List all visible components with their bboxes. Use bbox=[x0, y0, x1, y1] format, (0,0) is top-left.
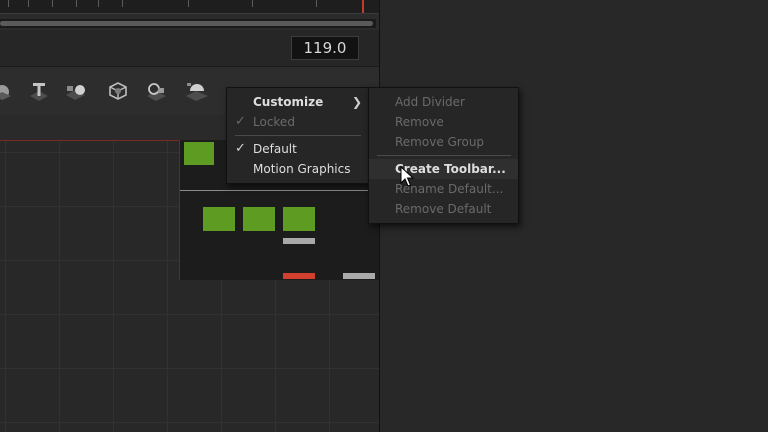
ruler-tick bbox=[76, 0, 77, 7]
time-controls: 119.0 bbox=[0, 30, 379, 67]
ruler-tick bbox=[316, 0, 317, 7]
ruler-tick bbox=[52, 0, 53, 7]
menu-item-label: Remove Default bbox=[395, 202, 492, 216]
navigator-node bbox=[243, 207, 275, 231]
menu-item-label: Add Divider bbox=[395, 95, 465, 109]
submenu-item-add-divider: Add Divider bbox=[369, 92, 518, 112]
menu-item-motion-graphics[interactable]: Motion Graphics bbox=[227, 159, 368, 179]
menu-item-label: Motion Graphics bbox=[253, 162, 351, 176]
submenu-item-remove-default: Remove Default bbox=[369, 199, 518, 219]
timecode-field[interactable]: 119.0 bbox=[291, 36, 359, 60]
sphere-icon bbox=[0, 85, 11, 100]
mouse-cursor-icon bbox=[400, 166, 414, 187]
menu-divider bbox=[377, 155, 511, 156]
ruler-tick bbox=[98, 0, 99, 7]
ruler-tick bbox=[122, 0, 123, 7]
navigator-divider bbox=[180, 190, 379, 191]
checkmark-icon: ✓ bbox=[235, 141, 246, 156]
timeline-ruler[interactable] bbox=[0, 0, 379, 14]
submenu-item-remove: Remove bbox=[369, 112, 518, 132]
spotlight-icon bbox=[186, 83, 208, 101]
tool-button[interactable] bbox=[183, 77, 211, 105]
menu-item-label: Remove Group bbox=[395, 135, 485, 149]
menu-item-label: Locked bbox=[253, 115, 295, 129]
checkmark-icon: ✓ bbox=[235, 114, 246, 129]
ruler-tick bbox=[252, 0, 253, 7]
scrollbar-thumb[interactable] bbox=[0, 21, 373, 26]
menu-item-default[interactable]: ✓ Default bbox=[227, 139, 368, 159]
menu-item-locked: ✓ Locked bbox=[227, 112, 368, 132]
menu-item-label: Customize bbox=[253, 95, 324, 109]
text-tool-icon bbox=[30, 83, 48, 101]
left-panel: 119.0 bbox=[0, 0, 380, 432]
navigator-bar bbox=[283, 238, 315, 244]
navigator-bar bbox=[283, 273, 315, 279]
navigator-node bbox=[184, 142, 214, 165]
timeline-scrollbar[interactable] bbox=[0, 19, 376, 28]
menu-item-customize[interactable]: Customize ❯ bbox=[227, 92, 368, 112]
toolbar-context-menu: Customize ❯ ✓ Locked ✓ Default Motion Gr… bbox=[226, 87, 369, 184]
ruler-tick bbox=[28, 0, 29, 7]
tool-button[interactable] bbox=[25, 77, 53, 105]
ruler-tick bbox=[188, 0, 189, 7]
tool-button[interactable] bbox=[104, 77, 132, 105]
ruler-tick bbox=[8, 0, 9, 7]
tool-button[interactable] bbox=[62, 77, 90, 105]
submenu-item-remove-group: Remove Group bbox=[369, 132, 518, 152]
shape-3d-icon bbox=[109, 82, 127, 100]
submenu-item-rename-default: Rename Default... bbox=[369, 179, 518, 199]
camera-3d-icon bbox=[147, 83, 166, 101]
customize-submenu: Add Divider Remove Remove Group Create T… bbox=[368, 87, 519, 224]
navigator-node bbox=[203, 207, 235, 231]
submenu-item-create-toolbar[interactable]: Create Toolbar... bbox=[369, 159, 518, 179]
tool-button[interactable] bbox=[0, 77, 16, 105]
menu-divider bbox=[235, 135, 361, 136]
menu-item-label: Default bbox=[253, 142, 297, 156]
tool-button[interactable] bbox=[143, 77, 171, 105]
navigator-bar bbox=[343, 273, 375, 279]
menu-item-label: Remove bbox=[395, 115, 444, 129]
navigator-node bbox=[283, 207, 315, 231]
chevron-right-icon: ❯ bbox=[351, 95, 362, 109]
merge-3d-icon bbox=[66, 85, 85, 100]
playhead-marker[interactable] bbox=[362, 0, 364, 13]
